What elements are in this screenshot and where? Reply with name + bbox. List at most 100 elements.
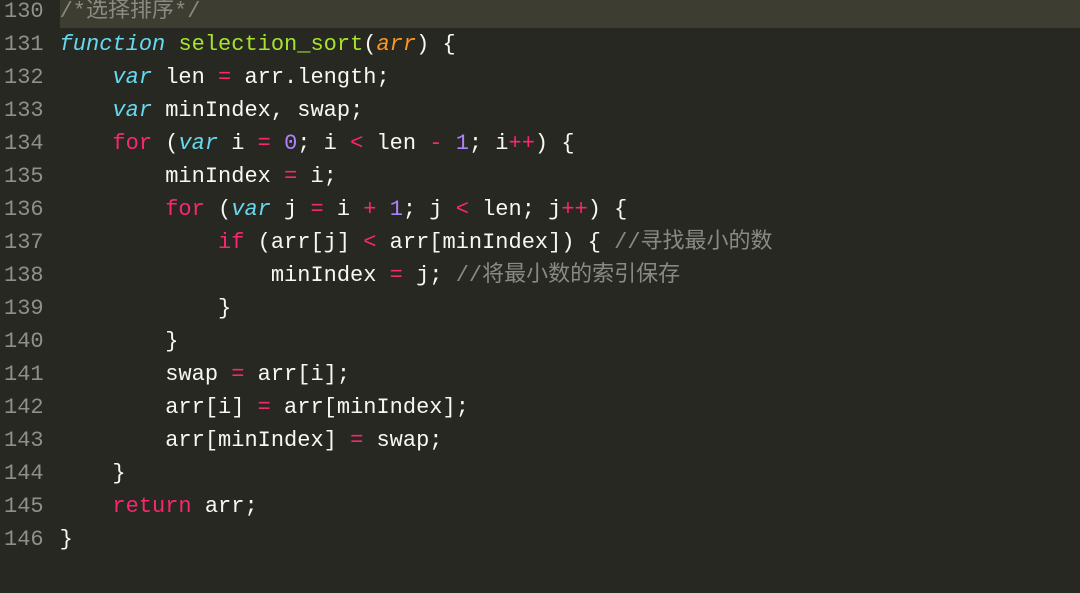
- token-keyword: var: [112, 65, 152, 90]
- code-line[interactable]: minIndex = i;: [60, 160, 1080, 193]
- token-operator: <: [456, 197, 469, 222]
- token-operator: =: [218, 65, 231, 90]
- token-keyword2: return: [112, 494, 191, 519]
- token-punct: arr[minIndex]) {: [376, 230, 614, 255]
- line-number: 130: [4, 0, 44, 28]
- token-punct: [60, 494, 113, 519]
- code-line[interactable]: minIndex = j; //将最小数的索引保存: [60, 259, 1080, 292]
- token-punct: [60, 197, 166, 222]
- token-punct: }: [60, 296, 232, 321]
- token-punct: [443, 131, 456, 156]
- code-line[interactable]: arr[i] = arr[minIndex];: [60, 391, 1080, 424]
- code-line[interactable]: if (arr[j] < arr[minIndex]) { //寻找最小的数: [60, 226, 1080, 259]
- token-funcname: selection_sort: [178, 32, 363, 57]
- code-line[interactable]: var len = arr.length;: [60, 61, 1080, 94]
- line-number: 140: [4, 325, 44, 358]
- token-punct: i: [324, 197, 364, 222]
- token-keyword: var: [231, 197, 271, 222]
- token-punct: arr;: [192, 494, 258, 519]
- token-punct: ; i: [297, 131, 350, 156]
- token-keyword2: for: [165, 197, 205, 222]
- token-keyword: function: [60, 32, 166, 57]
- token-punct: minIndex: [60, 164, 284, 189]
- token-punct: }: [60, 527, 73, 552]
- token-punct: }: [60, 329, 179, 354]
- token-punct: len: [363, 131, 429, 156]
- line-number: 134: [4, 127, 44, 160]
- code-line[interactable]: arr[minIndex] = swap;: [60, 424, 1080, 457]
- code-editor[interactable]: 1291301311321331341351361371381391401411…: [0, 0, 1080, 593]
- token-punct: i;: [297, 164, 337, 189]
- token-punct: [271, 131, 284, 156]
- code-line[interactable]: swap = arr[i];: [60, 358, 1080, 391]
- token-operator: ++: [561, 197, 587, 222]
- token-number: 1: [390, 197, 403, 222]
- code-area[interactable]: /*选择排序*/function selection_sort(arr) { v…: [52, 0, 1080, 593]
- token-punct: (arr[j]: [244, 230, 363, 255]
- token-punct: i: [218, 131, 258, 156]
- code-line[interactable]: }: [60, 457, 1080, 490]
- token-comment: //将最小数的索引保存: [456, 263, 680, 288]
- token-punct: arr[i];: [244, 362, 350, 387]
- token-punct: j: [271, 197, 311, 222]
- token-punct: [165, 32, 178, 57]
- token-param: arr: [376, 32, 416, 57]
- token-number: 1: [456, 131, 469, 156]
- line-number: 137: [4, 226, 44, 259]
- line-number: 135: [4, 160, 44, 193]
- token-comment: //寻找最小的数: [614, 230, 772, 255]
- token-punct: ) {: [588, 197, 628, 222]
- code-line[interactable]: /*选择排序*/: [60, 0, 1080, 28]
- code-line[interactable]: }: [60, 292, 1080, 325]
- token-operator: +: [363, 197, 376, 222]
- token-operator: =: [258, 395, 271, 420]
- line-number: 133: [4, 94, 44, 127]
- token-operator: <: [350, 131, 363, 156]
- token-punct: len; j: [469, 197, 561, 222]
- token-keyword: var: [112, 98, 152, 123]
- line-number-gutter: 1291301311321331341351361371381391401411…: [0, 0, 52, 593]
- token-operator: <: [363, 230, 376, 255]
- code-line[interactable]: return arr;: [60, 490, 1080, 523]
- line-number: 146: [4, 523, 44, 556]
- token-punct: swap: [60, 362, 232, 387]
- token-operator: =: [284, 164, 297, 189]
- line-number: 145: [4, 490, 44, 523]
- token-punct: len: [152, 65, 218, 90]
- token-punct: arr.length;: [231, 65, 389, 90]
- token-keyword2: for: [112, 131, 152, 156]
- token-punct: }: [60, 461, 126, 486]
- token-punct: [60, 98, 113, 123]
- token-punct: (: [363, 32, 376, 57]
- code-line[interactable]: var minIndex, swap;: [60, 94, 1080, 127]
- code-line[interactable]: function selection_sort(arr) {: [60, 28, 1080, 61]
- token-punct: ) {: [416, 32, 456, 57]
- token-punct: ; i: [469, 131, 509, 156]
- line-number: 144: [4, 457, 44, 490]
- token-operator: =: [310, 197, 323, 222]
- token-operator: =: [350, 428, 363, 453]
- code-line[interactable]: }: [60, 325, 1080, 358]
- token-punct: j;: [403, 263, 456, 288]
- token-punct: (: [205, 197, 231, 222]
- token-punct: arr[minIndex]: [60, 428, 350, 453]
- line-number: 142: [4, 391, 44, 424]
- token-operator: =: [231, 362, 244, 387]
- line-number: 138: [4, 259, 44, 292]
- token-punct: arr[i]: [60, 395, 258, 420]
- token-punct: ) {: [535, 131, 575, 156]
- token-punct: arr[minIndex];: [271, 395, 469, 420]
- token-punct: ; j: [403, 197, 456, 222]
- line-number: 141: [4, 358, 44, 391]
- token-punct: swap;: [363, 428, 442, 453]
- token-punct: minIndex: [60, 263, 390, 288]
- code-line[interactable]: }: [60, 523, 1080, 556]
- token-punct: [60, 65, 113, 90]
- line-number: 131: [4, 28, 44, 61]
- line-number: 132: [4, 61, 44, 94]
- code-line[interactable]: for (var i = 0; i < len - 1; i++) {: [60, 127, 1080, 160]
- token-punct: [376, 197, 389, 222]
- code-line[interactable]: for (var j = i + 1; j < len; j++) {: [60, 193, 1080, 226]
- token-punct: [60, 230, 218, 255]
- token-operator: =: [258, 131, 271, 156]
